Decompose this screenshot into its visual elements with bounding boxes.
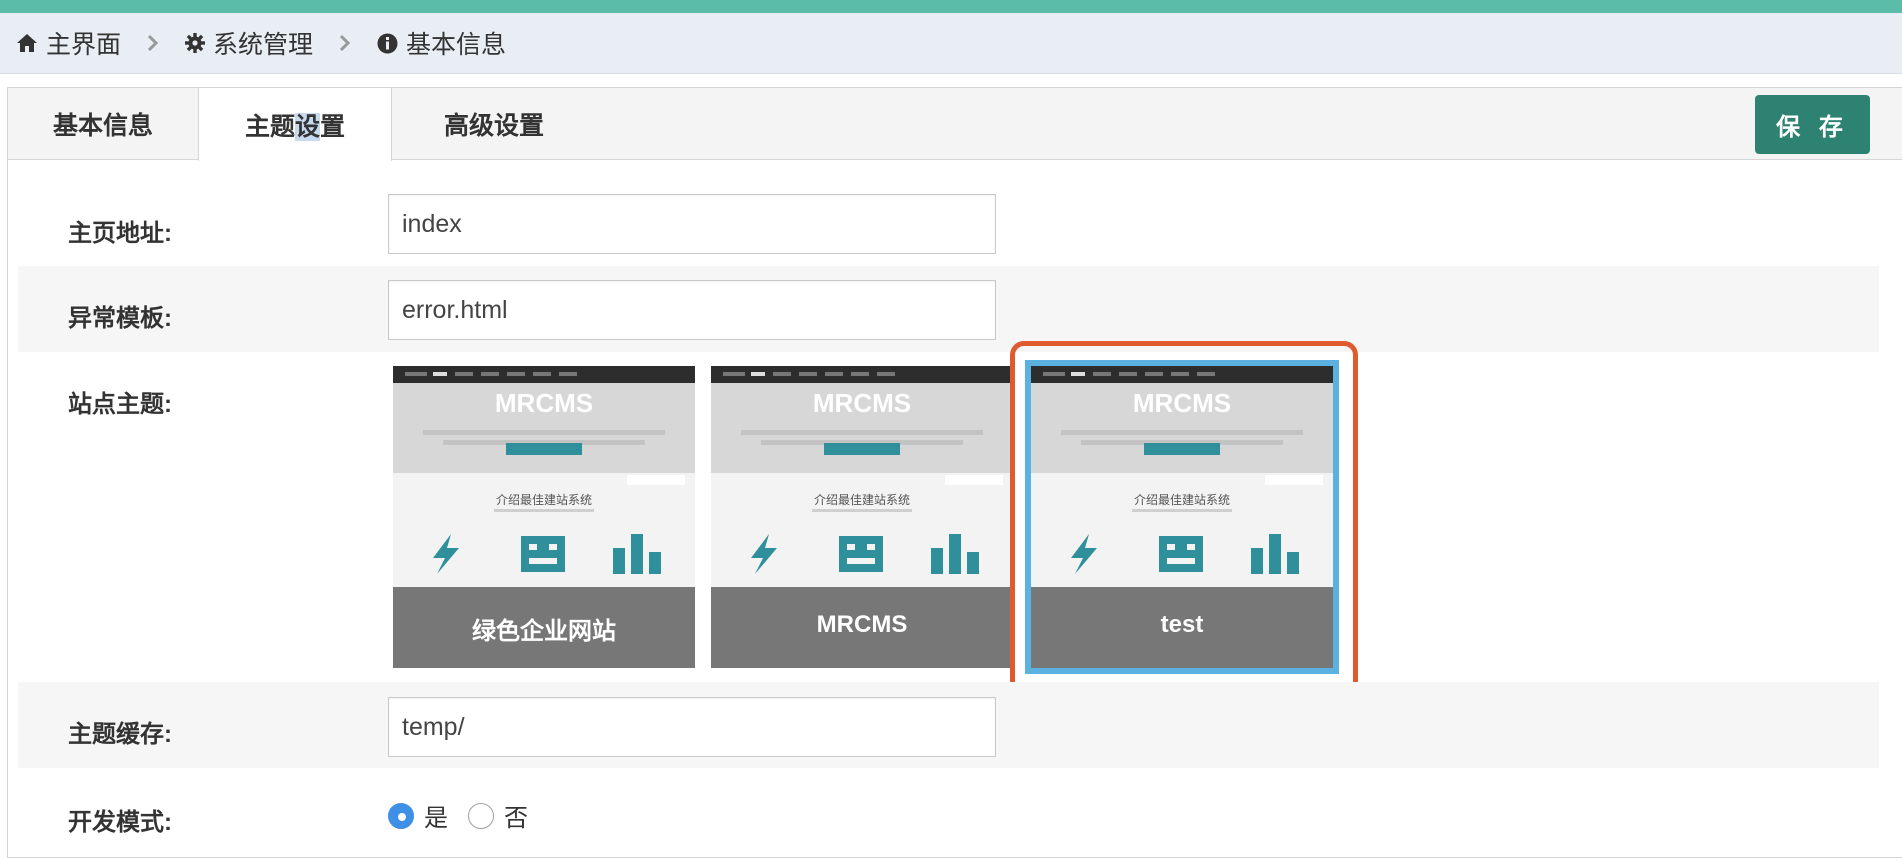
error-template-input[interactable]: error.html (388, 280, 996, 340)
info-circle-icon (377, 33, 398, 54)
theme-preview-brand: MRCMS (494, 388, 594, 418)
dev-mode-radio-group: 是 否 (388, 798, 548, 833)
breadcrumb-item-home[interactable]: 主界面 (16, 25, 121, 61)
tab-bar: 基本信息 主题设置 高级设置 保 存 (8, 88, 1902, 161)
dev-mode-yes-radio[interactable] (388, 802, 414, 829)
theme-name: 绿色企业网站 (472, 618, 616, 645)
dev-mode-no-label[interactable]: 否 (504, 798, 528, 833)
gear-icon (185, 33, 206, 53)
breadcrumb-item-system[interactable]: 系统管理 (185, 25, 313, 61)
dev-mode-yes-label[interactable]: 是 (424, 798, 448, 833)
breadcrumb-label: 主界面 (46, 31, 122, 59)
breadcrumb-label: 基本信息 (406, 31, 507, 59)
breadcrumb: 主界面 系统管理 基本信息 (0, 13, 1902, 74)
form-row-dev-mode: 开发模式: (18, 768, 1879, 858)
homepage-label: 主页地址: (68, 220, 172, 247)
site-theme-label: 站点主题: (68, 391, 172, 418)
tab-label: 高级设置 (443, 112, 544, 140)
breadcrumb-item-basic-info[interactable]: 基本信息 (377, 25, 506, 61)
breadcrumb-label: 系统管理 (213, 31, 314, 59)
chevron-right-icon (147, 34, 159, 52)
theme-cache-input[interactable]: temp/ (388, 697, 996, 757)
tab-label: 主题设置 (244, 112, 346, 141)
theme-name-overlay: MRCMS (711, 587, 1013, 668)
theme-card-mrcms[interactable]: MRCMS 介绍最佳建站系统 MRCMS (711, 366, 1013, 668)
dev-mode-label: 开发模式: (68, 809, 172, 836)
theme-cache-label: 主题缓存: (68, 721, 172, 748)
theme-name-overlay: 绿色企业网站 (393, 587, 695, 668)
home-icon (16, 33, 38, 53)
selected-theme-highlight (1010, 341, 1358, 695)
theme-preview-subtitle: 介绍最佳建站系统 (813, 493, 910, 507)
theme-preview-subtitle: 介绍最佳建站系统 (495, 493, 592, 507)
dev-mode-no-radio[interactable] (468, 802, 494, 829)
tab-basic-info[interactable]: 基本信息 (8, 88, 198, 160)
theme-preview-brand: MRCMS (812, 388, 912, 418)
top-accent-strip (0, 0, 1902, 13)
error-template-label: 异常模板: (68, 305, 172, 332)
theme-card-green-enterprise[interactable]: MRCMS 介绍最佳建站系统 绿色企业网站 (393, 366, 695, 668)
save-button[interactable]: 保 存 (1755, 95, 1870, 154)
tab-theme-settings[interactable]: 主题设置 (198, 88, 392, 161)
tab-advanced-settings[interactable]: 高级设置 (392, 88, 596, 160)
chevron-right-icon (339, 34, 351, 52)
theme-preview-nav (393, 366, 695, 383)
theme-preview-icons (433, 534, 661, 574)
tab-label: 基本信息 (52, 112, 153, 140)
theme-preview-nav (711, 366, 1013, 383)
homepage-input[interactable]: index (388, 194, 996, 254)
theme-preview-icons (751, 534, 979, 574)
theme-name: MRCMS (816, 611, 908, 638)
